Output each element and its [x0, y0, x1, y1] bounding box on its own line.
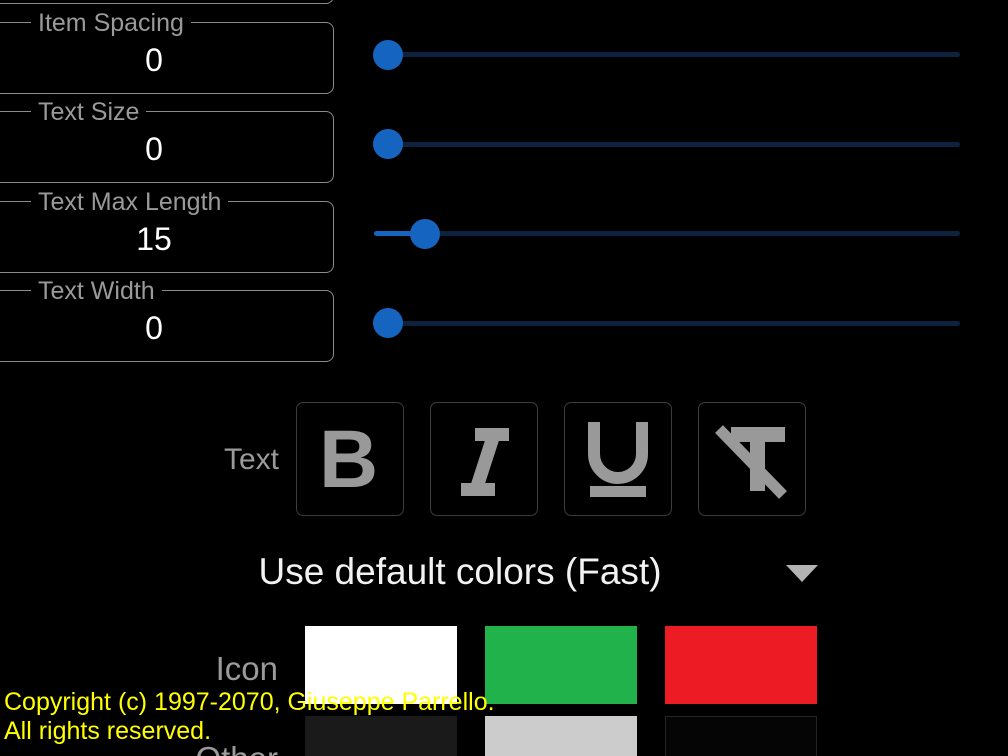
color-mode-selected-value: Use default colors (Fast) — [258, 551, 662, 592]
settings-list: 0 Item Spacing 0 Text Size 0 Text Max Length 1… — [0, 0, 1008, 368]
svg-text:B: B — [319, 420, 378, 498]
italic-icon — [431, 403, 537, 515]
slider-thumb[interactable] — [373, 308, 403, 338]
setting-slider[interactable] — [374, 189, 960, 279]
slider-thumb[interactable] — [373, 129, 403, 159]
setting-field-value: 0 — [145, 131, 163, 167]
clear-formatting-button[interactable] — [698, 402, 806, 516]
setting-row: Text Size 0 — [0, 99, 1008, 189]
swatch-row-label: Icon — [215, 650, 278, 687]
slider-thumb[interactable] — [373, 39, 403, 70]
setting-field-value: 0 — [145, 310, 163, 346]
setting-field[interactable]: Item Spacing 0 — [0, 9, 334, 94]
color-swatch-red[interactable] — [665, 626, 817, 704]
setting-field[interactable]: Text Size 0 — [0, 99, 334, 183]
underline-icon — [565, 403, 671, 515]
setting-row: Item Spacing 0 — [0, 9, 1008, 100]
setting-field-label: Text Size — [31, 99, 147, 125]
text-style-label: Text — [223, 443, 279, 476]
slider-track-inactive — [374, 231, 960, 236]
setting-field-label: Item Spacing — [31, 9, 191, 36]
swatch-row: Other — [0, 716, 1008, 756]
setting-slider[interactable] — [373, 278, 960, 368]
color-swatch-grid: Icon Other — [0, 626, 1008, 756]
setting-field[interactable]: Text Width 0 — [0, 278, 334, 362]
color-swatch-green[interactable] — [485, 626, 637, 704]
bold-button[interactable]: B — [296, 402, 404, 516]
swatch-row: Icon — [0, 626, 1008, 716]
color-mode-dropdown[interactable]: Use default colors (Fast) — [150, 543, 840, 605]
text-style-row: Text B — [0, 402, 1008, 518]
color-swatch-light-gray[interactable] — [485, 716, 637, 756]
slider-track-inactive — [374, 141, 960, 147]
setting-field[interactable]: 0 — [0, 0, 334, 4]
app-screen: 0 Item Spacing 0 Text Size 0 Text Max Length 1… — [0, 0, 1008, 756]
setting-row: Text Max Length 15 — [0, 188, 1008, 279]
swatch-row-label: Other — [150, 740, 278, 756]
slider-track-inactive — [374, 320, 960, 326]
underline-button[interactable] — [564, 402, 672, 516]
setting-slider[interactable] — [373, 10, 960, 100]
color-swatch-white[interactable] — [305, 626, 457, 704]
setting-field-label: Text Max Length — [31, 188, 229, 215]
chevron-down-icon — [786, 565, 818, 582]
bold-icon: B — [297, 403, 403, 515]
clear-formatting-icon — [699, 403, 805, 515]
slider-thumb[interactable] — [410, 218, 440, 249]
slider-track-inactive — [374, 52, 960, 57]
setting-field[interactable]: Text Max Length 15 — [0, 188, 334, 273]
setting-field-label: Text Width — [31, 278, 162, 304]
color-swatch-dark-gray[interactable] — [305, 716, 457, 756]
setting-slider[interactable] — [373, 99, 960, 189]
setting-field-value: 15 — [136, 220, 172, 257]
italic-button[interactable] — [430, 402, 538, 516]
setting-field-value: 0 — [145, 41, 163, 78]
color-swatch-black[interactable] — [665, 716, 817, 756]
setting-slider[interactable] — [374, 0, 960, 10]
setting-row: Text Width 0 — [0, 278, 1008, 368]
